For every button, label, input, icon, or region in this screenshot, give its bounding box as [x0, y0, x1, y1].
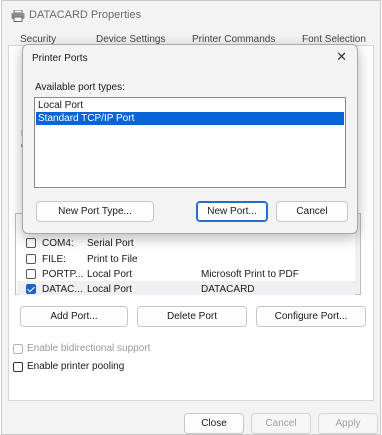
port-row-datacard[interactable]: DATAC... Local Port DATACARD [17, 281, 355, 295]
dialog-cancel-button[interactable]: Cancel [276, 201, 348, 222]
port-row-com4[interactable]: COM4: Serial Port [17, 235, 355, 251]
port-checkbox[interactable] [26, 269, 36, 279]
available-port-types-label: Available port types: [35, 82, 125, 93]
close-button[interactable]: Close [184, 413, 244, 434]
port-name: FILE: [42, 254, 66, 265]
port-description: Print to File [87, 254, 138, 265]
new-port-button[interactable]: New Port... [196, 201, 268, 222]
new-port-type-button[interactable]: New Port Type... [36, 201, 154, 222]
dialog-title: Printer Ports [32, 53, 88, 64]
port-row-file[interactable]: FILE: Print to File [17, 251, 355, 267]
delete-port-button[interactable]: Delete Port [137, 306, 247, 327]
port-type-item-local[interactable]: Local Port [36, 99, 344, 112]
close-icon[interactable]: ✕ [336, 50, 347, 64]
window-title: DATACARD Properties [29, 9, 142, 21]
port-printer: DATACARD [201, 284, 255, 295]
apply-button[interactable]: Apply [318, 413, 378, 434]
port-description: Local Port [87, 284, 133, 295]
port-checkbox[interactable] [26, 254, 36, 264]
port-row-portprompt[interactable]: PORTP... Local Port Microsoft Print to P… [17, 266, 355, 282]
port-types-listbox[interactable]: Local Port Standard TCP/IP Port [34, 97, 346, 188]
bidirectional-label: Enable bidirectional support [27, 343, 151, 354]
add-port-button[interactable]: Add Port... [20, 306, 128, 327]
port-printer: Microsoft Print to PDF [201, 269, 299, 280]
configure-port-button[interactable]: Configure Port... [256, 306, 366, 327]
checkbox-box[interactable] [13, 362, 23, 372]
port-checkbox[interactable] [26, 238, 36, 248]
port-name: DATAC... [42, 284, 83, 295]
port-description: Local Port [87, 269, 133, 280]
port-checkbox-checked[interactable] [26, 284, 36, 294]
port-description: Serial Port [87, 238, 134, 249]
checkbox-box[interactable] [13, 344, 23, 354]
port-type-item-tcpip[interactable]: Standard TCP/IP Port [36, 112, 344, 125]
title-bar: DATACARD Properties [2, 1, 380, 31]
pooling-label: Enable printer pooling [27, 361, 125, 372]
cancel-button[interactable]: Cancel [251, 413, 311, 434]
port-name: COM4: [42, 238, 74, 249]
printer-icon [11, 9, 25, 22]
printer-ports-dialog: Printer Ports ✕ Available port types: Lo… [22, 44, 358, 234]
port-name: PORTP... [42, 269, 84, 280]
